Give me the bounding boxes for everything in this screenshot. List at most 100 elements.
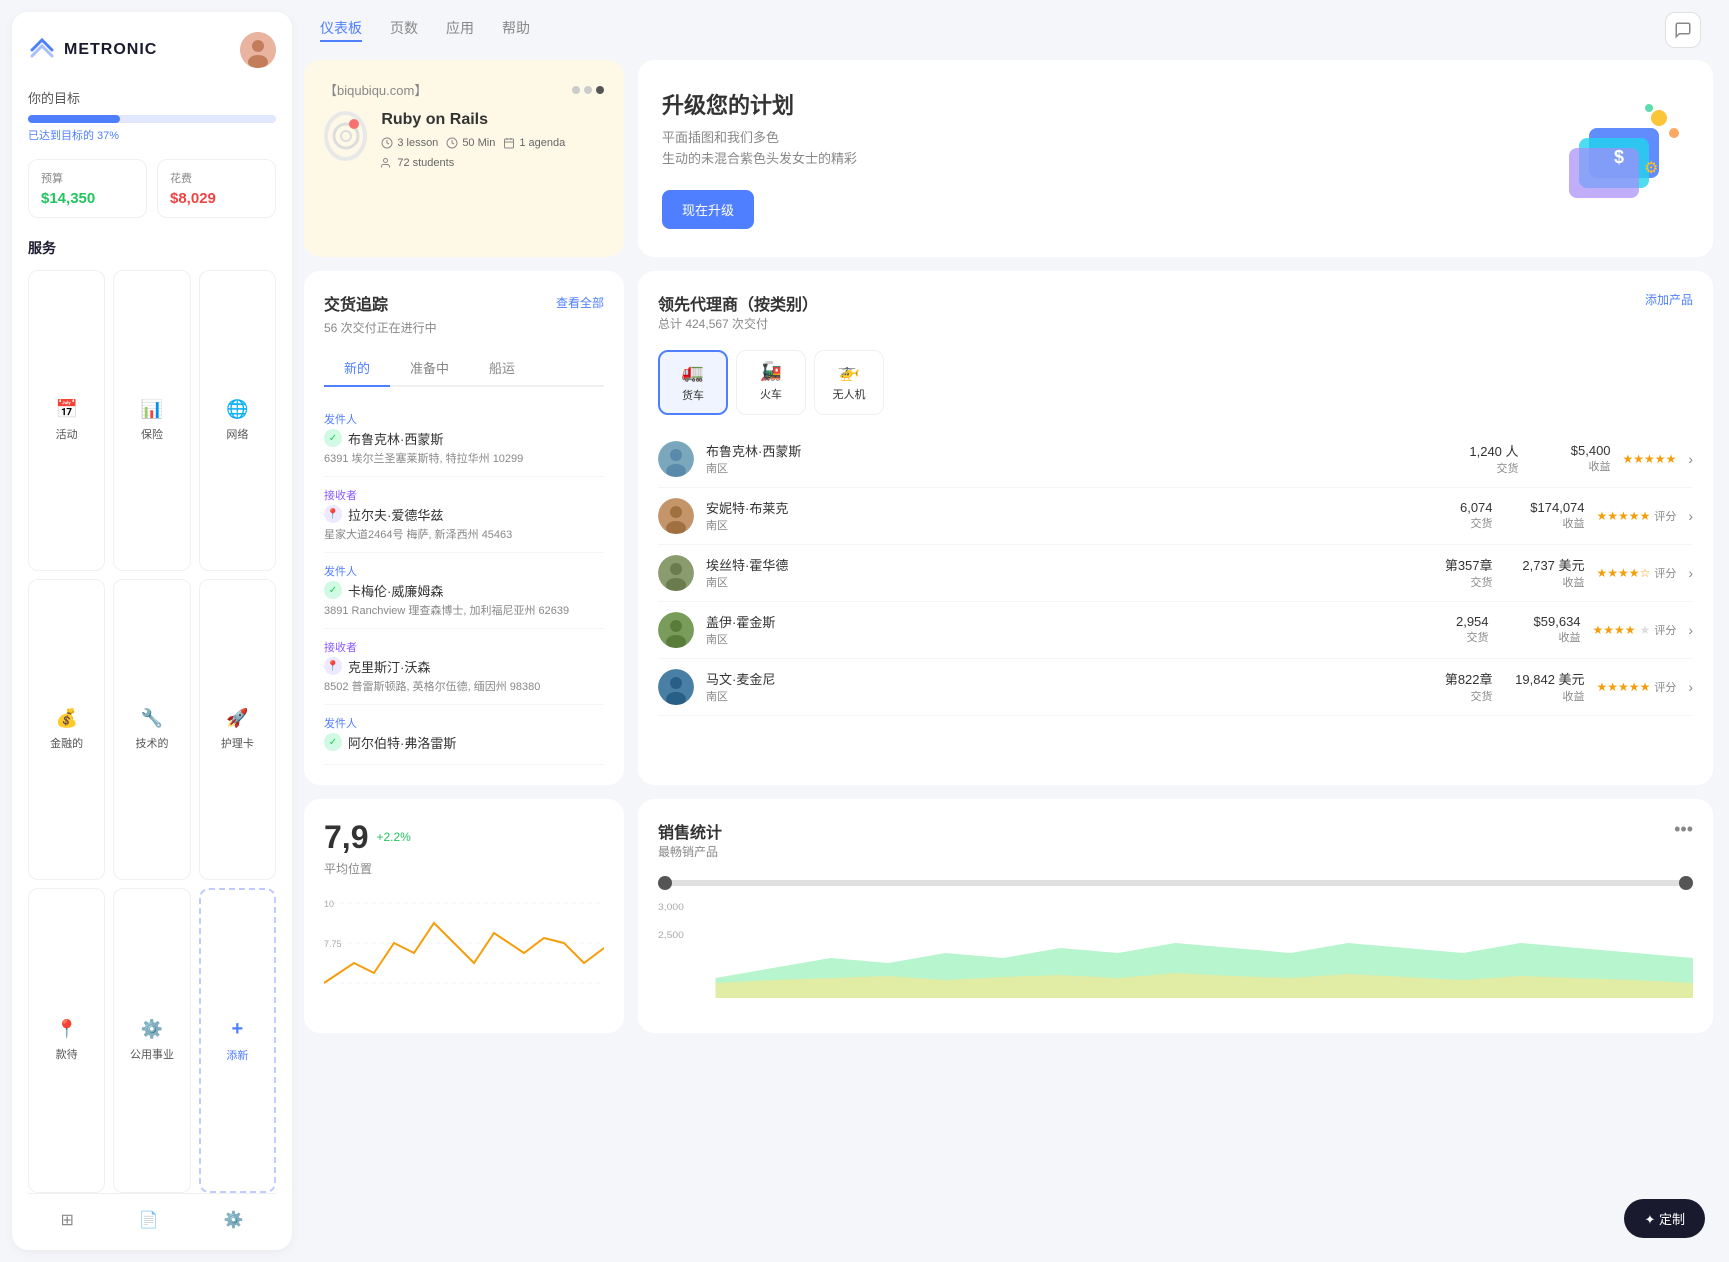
- agent-rating-4: ★★★★★ 评分: [1597, 679, 1677, 695]
- agent-avatar-0: [658, 441, 694, 477]
- service-item-activity[interactable]: 📅 活动: [28, 270, 105, 571]
- tracking-header: 交货追踪 查看全部: [324, 291, 604, 315]
- position-chart-area: 10 7.75: [324, 893, 604, 1013]
- tab-new[interactable]: 新的: [324, 350, 390, 387]
- insurance-icon: 📊: [141, 399, 163, 420]
- agent-name-3: 盖伊·霍金斯: [706, 612, 1397, 631]
- goal-section: 你的目标 已达到目标的 37%: [28, 88, 276, 143]
- range-handle-right[interactable]: [1679, 876, 1693, 890]
- agent-region-3: 南区: [706, 631, 1397, 647]
- sidebar-footer: ⊞ 📄 ⚙️: [28, 1193, 276, 1230]
- tab-preparing[interactable]: 准备中: [390, 350, 469, 387]
- agent-row-1: 安妮特·布莱克 南区 6,074 交货 $174,074 收益 ★★★★★ 评分: [658, 488, 1693, 545]
- track-item-3: 发件人 ✓ 卡梅伦·威廉姆森 3891 Ranchview 理查森博士, 加利福…: [324, 553, 604, 629]
- agent-info-4: 马文·麦金尼 南区: [706, 669, 1401, 704]
- care-icon: 🚀: [226, 708, 248, 729]
- svg-text:10: 10: [324, 899, 334, 909]
- drone-tab-icon: 🚁: [838, 361, 860, 382]
- track-name-2: 📍 拉尔夫·爱德华兹: [324, 505, 604, 524]
- network-icon: 🌐: [226, 399, 248, 420]
- agent-revenue-4: 19,842 美元 收益: [1505, 669, 1585, 704]
- train-tab-label: 火车: [760, 386, 782, 402]
- service-item-network[interactable]: 🌐 网络: [199, 270, 276, 571]
- meta-students: 72 students: [381, 157, 454, 169]
- upgrade-title: 升级您的计划: [662, 88, 857, 120]
- agent-tab-drone[interactable]: 🚁 无人机: [814, 350, 884, 415]
- agent-region-4: 南区: [706, 688, 1401, 704]
- nav-help[interactable]: 帮助: [502, 18, 530, 42]
- sales-more-button[interactable]: •••: [1674, 819, 1693, 840]
- layers-icon[interactable]: ⊞: [60, 1210, 73, 1230]
- track-item-1: 发件人 ✓ 布鲁克林·西蒙斯 6391 埃尔兰圣塞莱斯特, 特拉华州 10299: [324, 401, 604, 477]
- nav-dashboard[interactable]: 仪表板: [320, 18, 362, 42]
- range-slider[interactable]: [658, 880, 1693, 886]
- track-name-3: ✓ 卡梅伦·威廉姆森: [324, 581, 604, 600]
- content-area: 【biqubiqu.com】: [304, 60, 1717, 1250]
- meta-lessons: 3 lesson: [381, 137, 438, 149]
- service-item-tech[interactable]: 🔧 技术的: [113, 579, 190, 880]
- service-name-finance: 金融的: [50, 735, 83, 751]
- nav-links: 仪表板 页数 应用 帮助: [320, 18, 530, 42]
- svg-text:3,000: 3,000: [658, 902, 685, 912]
- row-2: 交货追踪 查看全部 56 次交付正在进行中 新的 准备中 船运 发件人 ✓ 布鲁…: [304, 271, 1713, 785]
- add-product-button[interactable]: 添加产品: [1645, 291, 1693, 308]
- agent-info-3: 盖伊·霍金斯 南区: [706, 612, 1397, 647]
- upgrade-button[interactable]: 现在升级: [662, 190, 754, 229]
- customize-button[interactable]: ✦ 定制: [1624, 1199, 1705, 1238]
- track-item-5: 发件人 ✓ 阿尔伯特·弗洛雷斯: [324, 705, 604, 765]
- meta-agenda: 1 agenda: [503, 137, 565, 149]
- agent-avatar-3: [658, 612, 694, 648]
- service-item-utility[interactable]: ⚙️ 公用事业: [113, 888, 190, 1193]
- upgrade-desc: 平面插图和我们多色 生动的未混合紫色头发女士的精彩: [662, 128, 857, 170]
- course-dots: [572, 86, 604, 94]
- agent-tab-truck[interactable]: 🚛 货车: [658, 350, 728, 415]
- service-name-hospitality: 款待: [56, 1046, 78, 1062]
- agenda-text: 1 agenda: [519, 137, 565, 149]
- chat-icon-button[interactable]: [1665, 12, 1701, 48]
- receiver-icon-4: 📍: [324, 657, 342, 675]
- range-handle-left[interactable]: [658, 876, 672, 890]
- agent-arrow-2[interactable]: ›: [1688, 565, 1693, 581]
- duration-text: 50 Min: [462, 137, 495, 149]
- tech-icon: 🔧: [141, 708, 163, 729]
- agent-tabs: 🚛 货车 🚂 火车 🚁 无人机: [658, 350, 1693, 415]
- agent-tab-train[interactable]: 🚂 火车: [736, 350, 806, 415]
- service-item-add[interactable]: + 添新: [199, 888, 276, 1193]
- logo-text: METRONIC: [64, 41, 157, 59]
- agent-arrow-1[interactable]: ›: [1688, 508, 1693, 524]
- agent-arrow-4[interactable]: ›: [1688, 679, 1693, 695]
- tracking-items: 发件人 ✓ 布鲁克林·西蒙斯 6391 埃尔兰圣塞莱斯特, 特拉华州 10299…: [324, 401, 604, 765]
- score-value: 7,9: [324, 819, 368, 856]
- receiver-icon-2: 📍: [324, 505, 342, 523]
- service-item-insurance[interactable]: 📊 保险: [113, 270, 190, 571]
- logo: METRONIC: [28, 36, 157, 64]
- nav-apps[interactable]: 应用: [446, 18, 474, 42]
- expense-value: $8,029: [170, 190, 263, 207]
- agent-arrow-0[interactable]: ›: [1688, 451, 1693, 467]
- utility-icon: ⚙️: [141, 1019, 163, 1040]
- tracking-card: 交货追踪 查看全部 56 次交付正在进行中 新的 准备中 船运 发件人 ✓ 布鲁…: [304, 271, 624, 785]
- agent-row-4: 马文·麦金尼 南区 第822章 交货 19,842 美元 收益 ★★★★★ 评分: [658, 659, 1693, 716]
- agent-name-2: 埃丝特·霍华德: [706, 555, 1401, 574]
- service-item-care[interactable]: 🚀 护理卡: [199, 579, 276, 880]
- meta-duration: 50 Min: [446, 137, 495, 149]
- service-name-add: 添新: [226, 1047, 248, 1063]
- progress-fill: [28, 115, 120, 123]
- services-label: 服务: [28, 238, 276, 258]
- sales-title: 销售统计: [658, 819, 722, 843]
- truck-tab-label: 货车: [682, 387, 704, 403]
- service-item-hospitality[interactable]: 📍 款待: [28, 888, 105, 1193]
- tab-shipping[interactable]: 船运: [469, 350, 535, 387]
- service-item-finance[interactable]: 💰 金融的: [28, 579, 105, 880]
- settings-icon[interactable]: ⚙️: [224, 1210, 244, 1230]
- nav-pages[interactable]: 页数: [390, 18, 418, 42]
- upgrade-card: 升级您的计划 平面插图和我们多色 生动的未混合紫色头发女士的精彩 现在升级: [638, 60, 1713, 257]
- agent-rating-2: ★★★★☆ 评分: [1597, 565, 1677, 581]
- file-icon[interactable]: 📄: [139, 1210, 159, 1230]
- track-role-3: 发件人: [324, 563, 604, 579]
- view-all-button[interactable]: 查看全部: [556, 294, 604, 311]
- agent-transactions-3: 2,954 交货: [1409, 614, 1489, 645]
- agent-arrow-3[interactable]: ›: [1688, 622, 1693, 638]
- service-name-utility: 公用事业: [130, 1046, 174, 1062]
- sender-icon-5: ✓: [324, 733, 342, 751]
